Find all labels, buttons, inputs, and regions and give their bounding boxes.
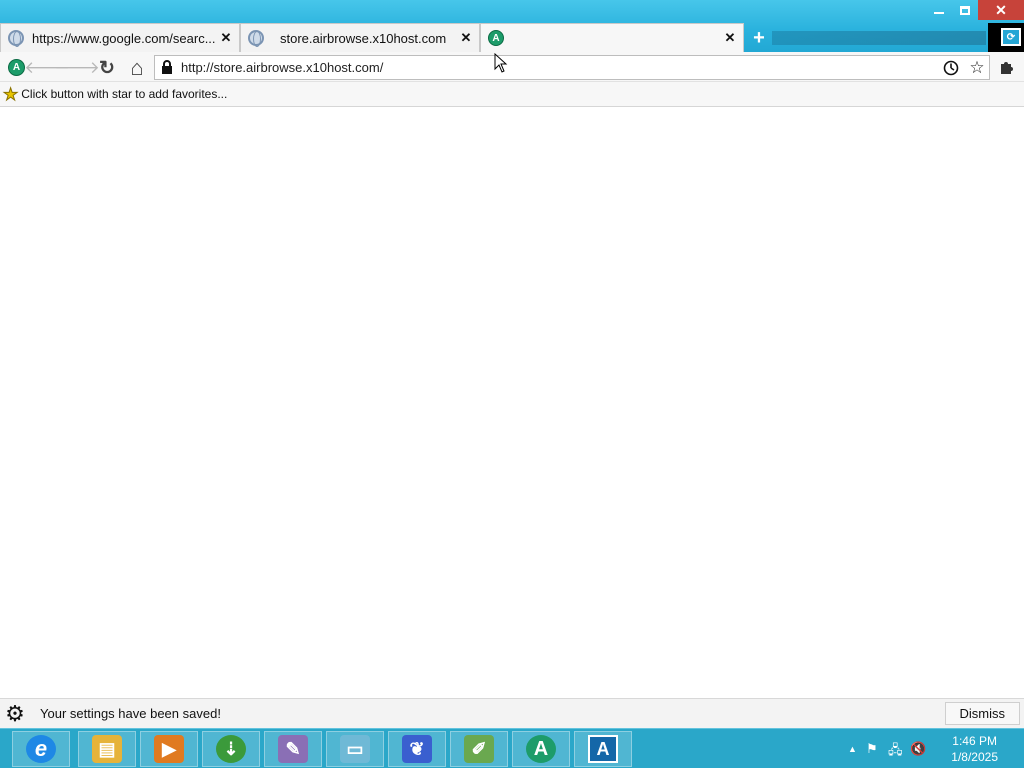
restore-button[interactable] [952,0,978,20]
paint-icon: ✎ [278,735,308,763]
globe-icon [248,30,264,47]
taskbar-notepad-plus-plus[interactable]: ✐ [450,731,508,767]
page-content[interactable] [0,107,1024,698]
tab-strip: https://www.google.com/searc... ✕ store.… [0,23,1024,52]
taskbar-internet-explorer[interactable]: e [12,731,70,767]
url-text[interactable]: http://store.airbrowse.x10host.com/ [181,60,383,75]
home-icon: ⌂ [130,55,144,80]
navigation-toolbar: A 🡐 🡒 ↻ ⌂ http://store.airbrowse.x10host… [0,52,1024,82]
address-bar-actions: ☆ [941,58,987,78]
extensions-puzzle-icon[interactable] [998,58,1018,78]
gear-icon: ⚙ [5,700,25,726]
lock-icon [155,60,179,75]
tab-close-icon[interactable]: ✕ [723,30,737,46]
tab-google-search[interactable]: https://www.google.com/searc... ✕ [0,23,240,52]
taskbar-airbrowse-browser[interactable]: A [512,731,570,767]
home-button[interactable]: ⌂ [126,55,148,80]
minimize-button[interactable] [926,0,952,20]
tab-active-blank[interactable]: A ✕ [480,23,744,52]
internet-explorer-icon: e [26,735,56,763]
taskbar: e ▤ ▶ ⇣ ✎ ▭ ❦ ✐ A A ▲ ⚑ 🖧 🔇 1:46 PM 1/8/… [0,728,1024,768]
title-bar: ✕ https://www.google.com/searc... ✕ stor… [0,0,1024,52]
volume-muted-icon[interactable]: 🔇 [910,741,926,757]
minimize-icon [934,12,944,14]
tab-title: store.airbrowse.x10host.com [280,30,447,46]
file-explorer-icon: ▤ [92,735,122,763]
speed-dial-icon[interactable] [941,58,961,78]
download-manager-icon: ⇣ [216,735,246,763]
taskbar-paint[interactable]: ✎ [264,731,322,767]
bookmarks-hint: Click button with star to add favorites.… [21,87,228,101]
forward-button[interactable]: 🡒 [54,57,100,79]
bookmarks-bar: ★ Click button with star to add favorite… [0,82,1024,107]
taskbar-notepad[interactable]: ▭ [326,731,384,767]
dismiss-button[interactable]: Dismiss [944,702,1020,725]
clock[interactable]: 1:46 PM 1/8/2025 [951,733,998,765]
restore-icon [960,5,970,15]
mouse-cursor-icon [494,53,508,73]
window-controls: ✕ [926,0,1024,20]
airbrowse-store-icon: A [588,735,618,763]
action-center-flag-icon[interactable]: ⚑ [866,741,878,757]
corner-extension-button[interactable]: ⟳ [988,23,1024,52]
tab-close-icon[interactable]: ✕ [219,30,233,46]
airbrowse-browser-icon: A [526,735,556,763]
reload-icon: ↻ [99,57,115,79]
close-icon: ✕ [995,1,1007,18]
airbrowse-logo-icon: A [488,30,504,46]
media-player-icon: ▶ [154,735,184,763]
globe-icon [8,30,24,47]
clock-time: 1:46 PM [952,734,997,748]
taskbar-download-manager[interactable]: ⇣ [202,731,260,767]
taskbar-media-player[interactable]: ▶ [140,731,198,767]
star-icon: ★ [2,84,19,104]
star-bookmark-icon[interactable]: ☆ [967,58,987,78]
system-tray: ▲ ⚑ 🖧 🔇 1:46 PM 1/8/2025 [834,729,1024,768]
show-hidden-icons-icon[interactable]: ▲ [848,744,857,754]
taskbar-airbrowse-store[interactable]: A [574,731,632,767]
taskbar-feather-app[interactable]: ❦ [388,731,446,767]
notepad-plus-plus-icon: ✐ [464,735,494,763]
tab-strip-shade [772,31,986,45]
reload-button[interactable]: ↻ [96,57,118,79]
address-bar[interactable]: http://store.airbrowse.x10host.com/ ☆ [154,55,990,80]
infobar-message: Your settings have been saved! [40,706,221,721]
tab-title: https://www.google.com/searc... [32,30,216,46]
forward-arrow-icon: 🡒 [54,58,100,77]
tab-close-icon[interactable]: ✕ [459,30,473,46]
extension-app-icon: ⟳ [1001,28,1021,46]
new-tab-button[interactable]: + [750,28,768,48]
network-icon[interactable]: 🖧 [888,741,903,763]
settings-saved-infobar: ⚙ Your settings have been saved! Dismiss [0,698,1024,728]
airbrowse-menu-icon[interactable]: A [8,59,25,76]
feather-app-icon: ❦ [402,735,432,763]
clock-date: 1/8/2025 [951,750,998,764]
close-window-button[interactable]: ✕ [978,0,1024,20]
notepad-icon: ▭ [340,735,370,763]
tab-airbrowse-store[interactable]: store.airbrowse.x10host.com ✕ [240,23,480,52]
taskbar-file-explorer[interactable]: ▤ [78,731,136,767]
